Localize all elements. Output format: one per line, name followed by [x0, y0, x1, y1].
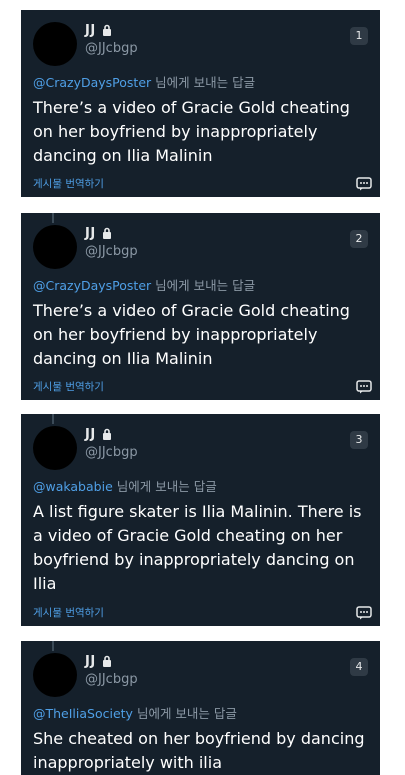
chat-bubble-icon[interactable] [356, 606, 372, 620]
user-handle[interactable]: @JJcbgp [85, 672, 138, 687]
display-name[interactable]: JJ [85, 427, 112, 442]
display-name[interactable]: JJ [85, 226, 112, 241]
mention-link[interactable]: @wakababie [33, 479, 113, 494]
reply-prefix: 님에게 보내는 답글 [155, 75, 256, 90]
reply-to-line: @wakababie 님에게 보내는 답글 [33, 476, 217, 495]
translate-link[interactable]: 게시물 번역하기 [33, 379, 104, 394]
lock-icon [102, 227, 111, 239]
avatar[interactable] [33, 653, 77, 697]
translate-link[interactable]: 게시물 번역하기 [33, 176, 104, 191]
thread-index-badge: 4 [350, 658, 368, 676]
avatar[interactable] [33, 22, 77, 66]
tweet-text: There’s a video of Gracie Gold cheating … [33, 98, 350, 165]
display-name[interactable]: JJ [85, 23, 112, 38]
lock-icon [102, 428, 111, 440]
mention-link[interactable]: @TheIliaSociety [33, 706, 133, 721]
reply-prefix: 님에게 보내는 답글 [116, 479, 217, 494]
lock-icon [102, 24, 111, 36]
chat-bubble-icon[interactable] [356, 177, 372, 191]
tweet-text: She cheated on her boyfriend by dancing … [33, 729, 365, 772]
reply-prefix: 님에게 보내는 답글 [136, 706, 237, 721]
thread-index-badge: 2 [350, 230, 368, 248]
reply-prefix: 님에게 보내는 답글 [155, 278, 256, 293]
display-name-text[interactable]: JJ [85, 226, 96, 241]
display-name-text[interactable]: JJ [85, 654, 96, 669]
reply-to-line: @CrazyDaysPoster 님에게 보내는 답글 [33, 275, 255, 294]
reply-to-line: @CrazyDaysPoster 님에게 보내는 답글 [33, 72, 255, 91]
thread-connector [52, 414, 54, 424]
user-handle[interactable]: @JJcbgp [85, 244, 138, 259]
avatar[interactable] [33, 426, 77, 470]
display-name-text[interactable]: JJ [85, 427, 96, 442]
tweet-card[interactable]: JJ @JJcbgp 1 @CrazyDaysPoster 님에게 보내는 답글… [21, 10, 380, 197]
display-name[interactable]: JJ [85, 654, 112, 669]
tweet-text: There’s a video of Gracie Gold cheating … [33, 301, 350, 368]
mention-link[interactable]: @CrazyDaysPoster [33, 75, 151, 90]
user-handle[interactable]: @JJcbgp [85, 41, 138, 56]
reply-to-line: @TheIliaSociety 님에게 보내는 답글 [33, 703, 237, 722]
user-handle[interactable]: @JJcbgp [85, 445, 138, 460]
tweet-card[interactable]: JJ @JJcbgp 2 @CrazyDaysPoster 님에게 보내는 답글… [21, 213, 380, 400]
thread-index-badge: 1 [350, 27, 368, 45]
tweet-card[interactable]: JJ @JJcbgp 4 @TheIliaSociety 님에게 보내는 답글 … [21, 641, 380, 775]
tweet-card[interactable]: JJ @JJcbgp 3 @wakababie 님에게 보내는 답글 A lis… [21, 414, 380, 626]
thread-connector [52, 641, 54, 651]
tweet-text: A list figure skater is Ilia Malinin. Th… [33, 502, 362, 593]
chat-bubble-icon[interactable] [356, 380, 372, 394]
display-name-text[interactable]: JJ [85, 23, 96, 38]
lock-icon [102, 655, 111, 667]
thread-index-badge: 3 [350, 431, 368, 449]
translate-link[interactable]: 게시물 번역하기 [33, 605, 104, 620]
mention-link[interactable]: @CrazyDaysPoster [33, 278, 151, 293]
thread-connector [52, 213, 54, 223]
avatar[interactable] [33, 225, 77, 269]
